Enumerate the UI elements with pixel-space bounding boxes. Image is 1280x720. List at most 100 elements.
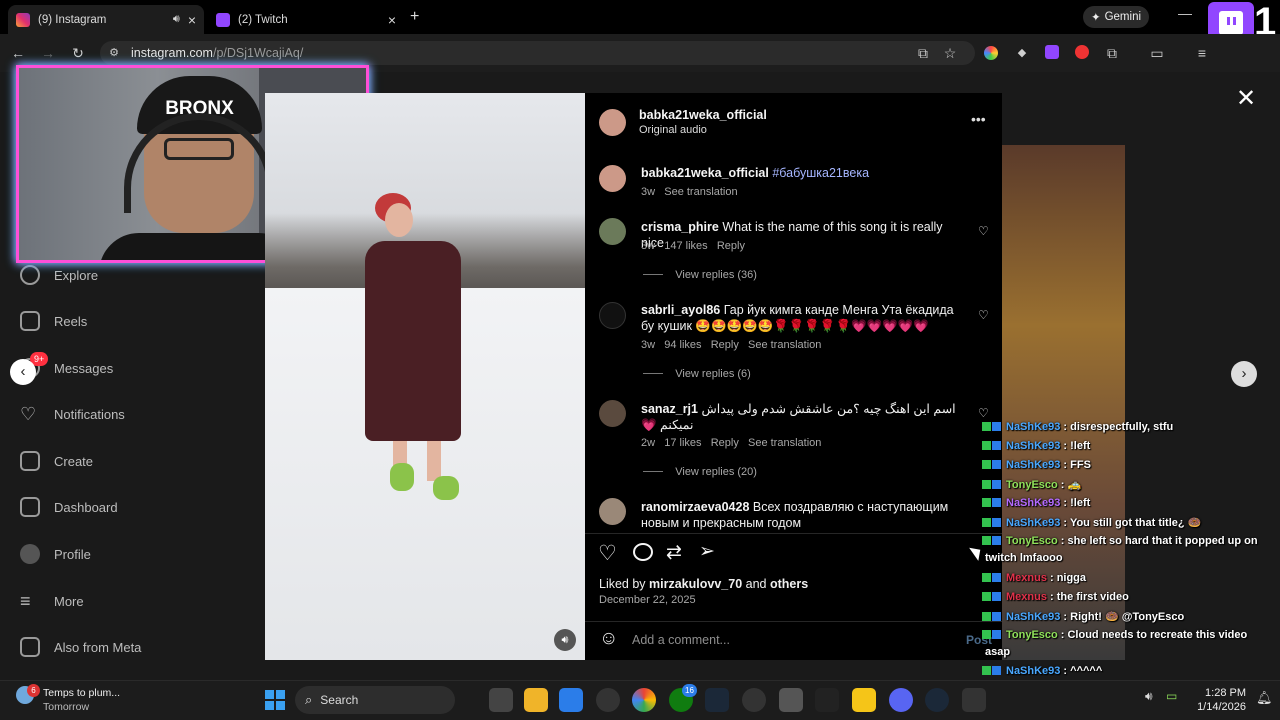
sidepanel-icon[interactable]: ▭ (1147, 43, 1167, 63)
timestamp: 3w (641, 186, 656, 198)
new-tab-button[interactable]: + (410, 8, 419, 26)
likes-count[interactable]: 17 likes (664, 437, 701, 449)
app-icon[interactable] (779, 688, 803, 712)
steam-icon[interactable] (705, 688, 729, 712)
app-icon[interactable] (742, 688, 766, 712)
heart-icon: ♡ (20, 404, 37, 424)
taskbar-search[interactable]: ⌕ Search (295, 686, 455, 714)
close-tab-button[interactable]: × (188, 12, 196, 28)
windows-start-icon[interactable] (265, 690, 285, 710)
next-post-button[interactable]: › (1231, 361, 1257, 387)
sidebar-item-more[interactable]: ≡ More (20, 591, 84, 612)
install-app-icon[interactable]: ⧉ (913, 43, 933, 63)
extension-icon[interactable] (1075, 45, 1089, 59)
post-username[interactable]: babka21weka_official (639, 108, 767, 122)
like-icon[interactable]: ♡ (598, 541, 617, 566)
reply-link[interactable]: Reply (717, 240, 745, 252)
tab-twitch[interactable]: (2) Twitch × (208, 5, 404, 34)
bookmark-star-icon[interactable]: ☆ (940, 43, 960, 63)
avatar[interactable] (599, 165, 626, 192)
weather-title[interactable]: Temps to plum... (43, 687, 120, 699)
avatar[interactable] (599, 498, 626, 525)
discord-icon[interactable] (889, 688, 913, 712)
media-icon[interactable]: ≡ (1192, 43, 1212, 63)
store-icon[interactable] (559, 688, 583, 712)
comment-username[interactable]: ranomirzaeva0428 (641, 500, 749, 514)
forward-icon[interactable]: → (38, 43, 58, 63)
minimize-button[interactable]: — (1178, 5, 1192, 21)
share-icon[interactable]: ➢ (699, 540, 715, 563)
close-modal-icon[interactable]: ✕ (1236, 84, 1256, 113)
chat-username: Mexnus (1006, 572, 1047, 584)
url-text[interactable]: instagram.com/p/DSj1WcajiAq/ (131, 46, 303, 60)
more-options-icon[interactable]: ••• (971, 111, 986, 127)
chat-text: : she left so hard that it popped up on (1060, 535, 1258, 547)
twitch-extension-icon[interactable] (1045, 45, 1059, 59)
comment-username[interactable]: sabrli_ayol86 (641, 303, 720, 317)
app-icon[interactable] (962, 688, 986, 712)
task-view-icon[interactable] (489, 688, 513, 712)
extension-icon[interactable] (984, 46, 998, 60)
sidebar-item-profile[interactable]: Profile (20, 544, 91, 564)
hashtag-link[interactable]: #бабушка21века (772, 166, 869, 180)
see-translation-link[interactable]: See translation (748, 437, 821, 449)
reload-icon[interactable]: ↻ (68, 43, 88, 63)
avatar[interactable] (599, 218, 626, 245)
obs-icon[interactable] (596, 688, 620, 712)
view-replies-link[interactable]: View replies (20) (675, 466, 757, 478)
sparkle-icon: ✦ (1090, 12, 1101, 24)
sidebar-item-explore[interactable]: Explore (20, 265, 98, 285)
comment-username[interactable]: crisma_phire (641, 220, 719, 234)
sidebar-item-meta[interactable]: Also from Meta (20, 637, 141, 657)
likes-count[interactable]: 94 likes (664, 339, 701, 351)
repost-icon[interactable]: ⇄ (666, 541, 682, 564)
sidebar-item-dashboard[interactable]: Dashboard (20, 497, 118, 517)
reply-link[interactable]: Reply (711, 437, 739, 449)
sidebar-item-create[interactable]: Create (20, 451, 93, 471)
like-comment-icon[interactable]: ♡ (978, 224, 989, 238)
audio-label[interactable]: Original audio (639, 124, 707, 136)
rockstar-icon[interactable] (852, 688, 876, 712)
extension-icon[interactable]: ◆ (1012, 43, 1032, 63)
avatar[interactable] (599, 109, 626, 136)
avatar[interactable] (599, 302, 626, 329)
like-comment-icon[interactable]: ♡ (978, 308, 989, 322)
chat-username: NaShKe93 (1006, 517, 1061, 529)
likes-count[interactable]: 147 likes (664, 240, 707, 252)
sidebar-item-notifications[interactable]: ♡ Notifications (20, 404, 125, 425)
clock-time[interactable]: 1:28 PM (1194, 687, 1246, 699)
clock-date[interactable]: 1/14/2026 (1194, 701, 1246, 713)
reply-link[interactable]: Reply (711, 339, 739, 351)
divider (643, 471, 663, 472)
like-comment-icon[interactable]: ♡ (978, 406, 989, 420)
file-explorer-icon[interactable] (524, 688, 548, 712)
chrome-icon[interactable] (632, 688, 656, 712)
see-translation-link[interactable]: See translation (748, 339, 821, 351)
close-tab-button[interactable]: × (388, 12, 396, 28)
puzzle-icon[interactable]: ⧉ (1102, 43, 1122, 63)
gemini-button[interactable]: ✦ Gemini (1083, 6, 1149, 28)
avatar[interactable] (599, 400, 626, 427)
previous-post-button[interactable]: ‹ (10, 359, 36, 385)
steam-icon[interactable] (925, 688, 949, 712)
battery-icon[interactable]: ▭ (1166, 689, 1177, 703)
tab-instagram[interactable]: (9) Instagram 🔊︎ × (8, 5, 204, 34)
caption-username[interactable]: babka21weka_official (641, 166, 769, 180)
back-icon[interactable]: ← (8, 43, 28, 63)
speaker-icon[interactable]: 🔊︎ (173, 13, 180, 26)
comment-input[interactable]: Add a comment... (632, 633, 730, 647)
comment-username[interactable]: sanaz_rj1 (641, 402, 698, 416)
liked-by[interactable]: Liked by mirzakulovv_70 and others (599, 577, 808, 591)
chat-badge-icon (982, 612, 991, 621)
volume-icon[interactable]: 🔊︎ (1145, 689, 1153, 704)
view-replies-link[interactable]: View replies (6) (675, 368, 751, 380)
volume-icon[interactable]: 🔊︎ (554, 629, 576, 651)
comment-icon[interactable] (633, 543, 653, 561)
sidebar-item-reels[interactable]: Reels (20, 311, 87, 331)
emoji-icon[interactable]: ☺ (599, 628, 618, 650)
see-translation-link[interactable]: See translation (664, 186, 737, 198)
site-info-icon[interactable]: ⚙ (104, 43, 124, 63)
view-replies-link[interactable]: View replies (36) (675, 269, 757, 281)
epic-games-icon[interactable] (815, 688, 839, 712)
notification-bell-icon[interactable]: 🔔︎ (1256, 690, 1273, 706)
